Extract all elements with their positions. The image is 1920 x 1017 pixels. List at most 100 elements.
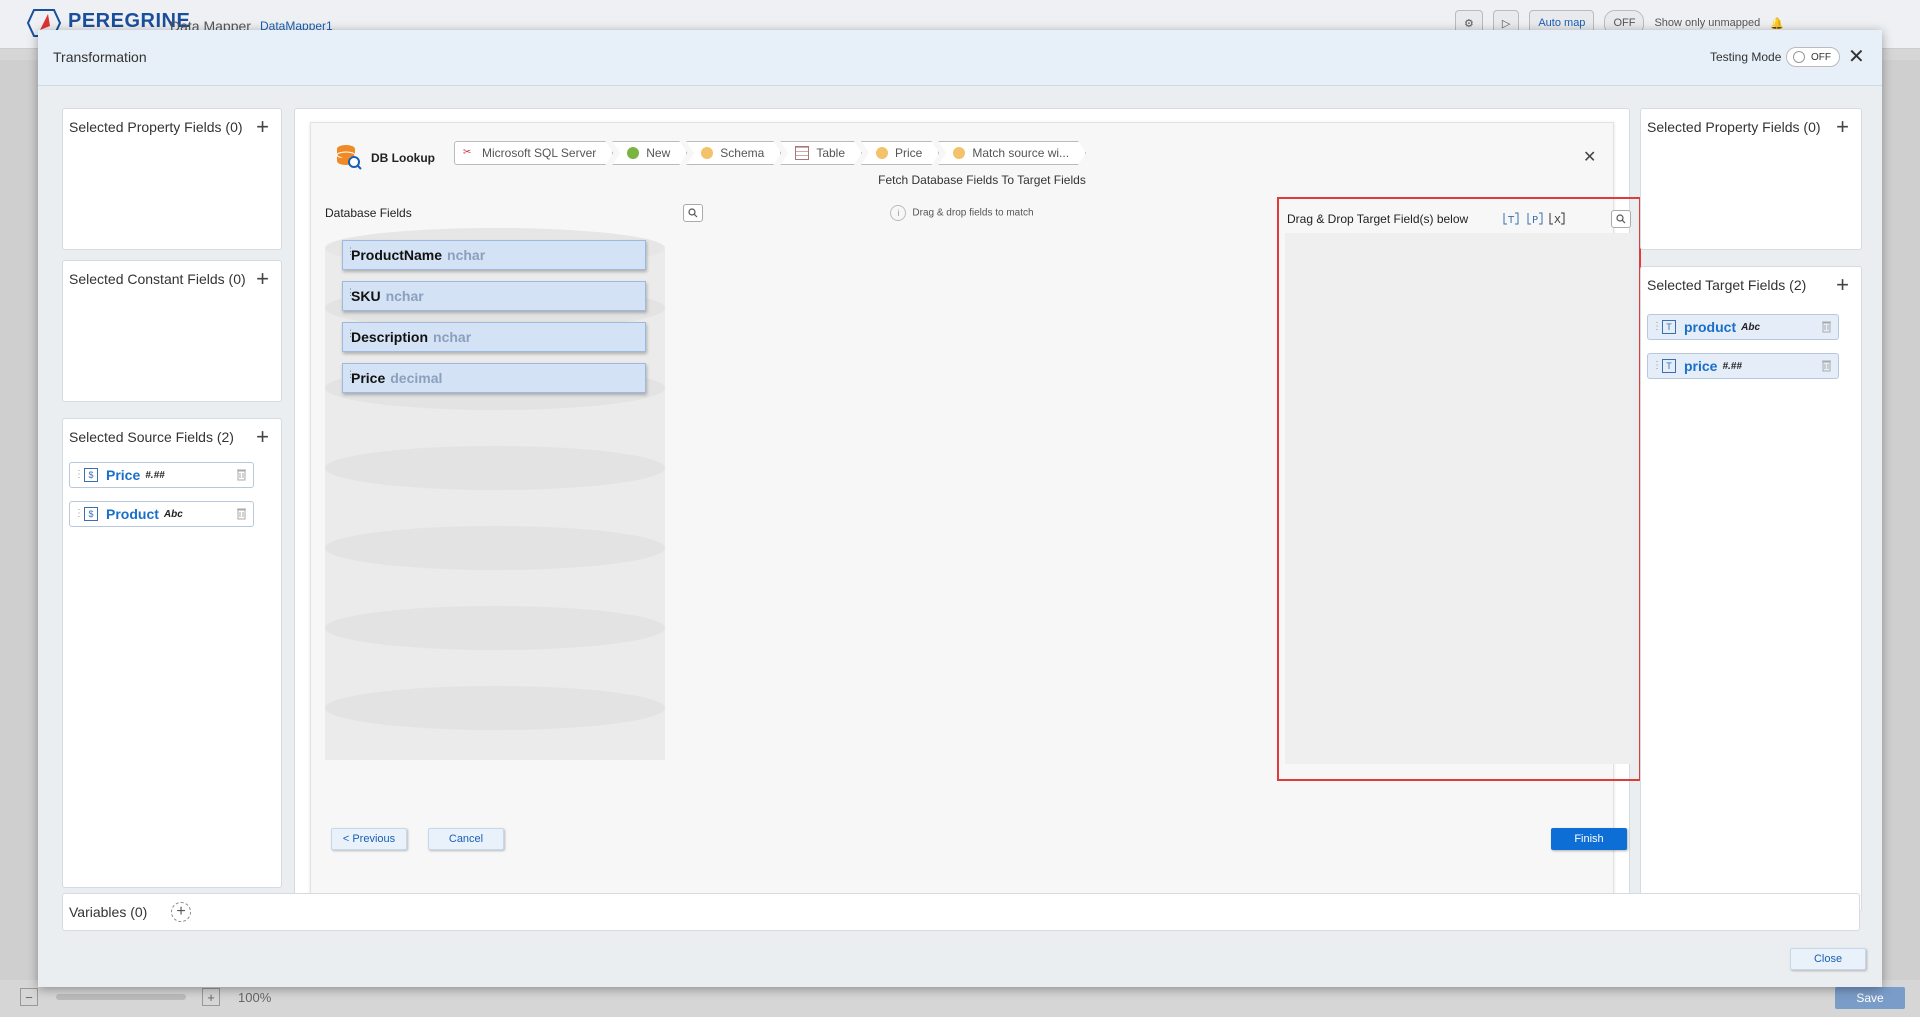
add-source-field-button[interactable]: +: [256, 424, 269, 450]
trash-icon[interactable]: [1821, 359, 1832, 372]
field-type: Abc: [1741, 321, 1761, 333]
db-lookup-wizard: DB Lookup ✂ Microsoft SQL Server New Sch…: [310, 122, 1641, 896]
svg-text:X: X: [1554, 215, 1561, 226]
show-unmapped-label: Show only unmapped: [1654, 17, 1761, 29]
breadcrumb-item-price[interactable]: Price: [861, 141, 939, 165]
save-button[interactable]: Save: [1835, 987, 1905, 1009]
breadcrumb-item-connection[interactable]: New: [612, 141, 687, 165]
breadcrumb-label: New: [646, 146, 671, 160]
gear-icon: ⚙: [1464, 17, 1474, 30]
drag-handle-icon[interactable]: ⋮: [346, 329, 355, 338]
wizard-subtitle: Fetch Database Fields To Target Fields: [878, 173, 1086, 187]
drag-handle-icon[interactable]: ⋮: [1652, 361, 1662, 371]
db-field-name: Price: [351, 370, 386, 386]
field-name: Price: [106, 467, 141, 483]
db-field-name: SKU: [351, 288, 381, 304]
target-field-chip[interactable]: ⋮ T price #.##: [1647, 353, 1839, 379]
add-constant-field-button[interactable]: +: [256, 266, 269, 292]
breadcrumb-label: Match source wi...: [972, 146, 1070, 160]
field-name: product: [1684, 319, 1737, 335]
finish-button[interactable]: Finish: [1551, 828, 1627, 850]
add-target-field-button[interactable]: +: [1836, 272, 1849, 298]
left-constant-fields-panel: Selected Constant Fields (0) +: [62, 260, 282, 402]
target-drop-area[interactable]: [1285, 233, 1633, 764]
target-search-button[interactable]: [1611, 210, 1631, 228]
db-field-type: nchar: [433, 329, 472, 345]
trash-icon[interactable]: [236, 468, 247, 481]
target-expression-icon[interactable]: X: [1549, 211, 1565, 226]
target-property-icon[interactable]: P: [1527, 211, 1543, 226]
trash-icon[interactable]: [1821, 320, 1832, 333]
modal-title: Transformation: [53, 49, 147, 65]
trash-icon[interactable]: [236, 507, 247, 520]
zoom-out-button[interactable]: −: [20, 988, 38, 1006]
add-property-field-button[interactable]: +: [1836, 114, 1849, 140]
cancel-button[interactable]: Cancel: [428, 828, 504, 850]
add-variable-button[interactable]: +: [171, 902, 191, 922]
search-icon: [1616, 214, 1626, 224]
breadcrumb-item-table[interactable]: Table: [780, 141, 862, 165]
drag-handle-icon[interactable]: ⋮: [74, 470, 84, 480]
app-bottombar: [0, 983, 1920, 1017]
target-text-icon[interactable]: T: [1503, 211, 1519, 226]
database-field-item[interactable]: ⋮ ProductName nchar: [342, 240, 646, 270]
left-source-fields-panel: Selected Source Fields (2) + ⋮ $ Price #…: [62, 418, 282, 888]
field-type: #.##: [1722, 360, 1742, 372]
database-search-icon: [336, 145, 362, 170]
wizard-close-icon[interactable]: ✕: [1583, 147, 1596, 167]
db-field-name: Description: [351, 329, 429, 345]
info-icon: i: [890, 205, 907, 221]
breadcrumb-item-schema[interactable]: Schema: [686, 141, 781, 165]
breadcrumb-label: Table: [816, 146, 845, 160]
source-field-chip[interactable]: ⋮ $ Price #.##: [69, 462, 254, 488]
drag-handle-icon[interactable]: ⋮: [346, 247, 355, 256]
target-text-field-icon: T: [1662, 359, 1676, 373]
zoom-control: − + 100%: [20, 988, 271, 1006]
close-button[interactable]: Close: [1790, 948, 1866, 970]
testing-mode-toggle[interactable]: OFF: [1786, 47, 1840, 67]
toggle-state: OFF: [1811, 51, 1831, 63]
target-field-chip[interactable]: ⋮ T product Abc: [1647, 314, 1839, 340]
add-property-field-button[interactable]: +: [256, 114, 269, 140]
play-icon: ▷: [1501, 17, 1511, 30]
database-field-item[interactable]: ⋮ SKU nchar: [342, 281, 646, 311]
modal-header: Transformation Testing Mode OFF ✕: [38, 30, 1882, 86]
database-field-item[interactable]: ⋮ Price decimal: [342, 363, 646, 393]
panel-title: Selected Target Fields (2): [1647, 277, 1807, 293]
drag-handle-icon[interactable]: ⋮: [346, 288, 355, 297]
panel-title: Selected Constant Fields (0): [69, 271, 246, 287]
variables-panel: Variables (0) +: [62, 893, 1860, 931]
breadcrumb-label: Microsoft SQL Server: [482, 146, 597, 160]
drag-handle-icon[interactable]: ⋮: [1652, 322, 1662, 332]
connection-icon: [627, 147, 639, 159]
transformation-modal: Transformation Testing Mode OFF ✕ Select…: [38, 30, 1882, 987]
field-name: price: [1684, 358, 1718, 374]
bell-icon[interactable]: 🔔: [1770, 17, 1784, 30]
source-field-chip[interactable]: ⋮ $ Product Abc: [69, 501, 254, 527]
hint-text: Drag & drop fields to match: [912, 207, 1034, 219]
drag-handle-icon[interactable]: ⋮: [346, 370, 355, 379]
sql-server-icon: ✂: [463, 147, 472, 158]
breadcrumb-item-match[interactable]: Match source wi...: [938, 141, 1086, 165]
db-field-type: decimal: [390, 370, 443, 386]
source-field-icon: $: [84, 468, 98, 482]
breadcrumb: ✂ Microsoft SQL Server New Schema Table …: [454, 141, 1085, 163]
drag-handle-icon[interactable]: ⋮: [74, 509, 84, 519]
svg-text:P: P: [1532, 215, 1538, 226]
variables-title: Variables (0): [69, 904, 148, 920]
target-drop-zone[interactable]: Drag & Drop Target Field(s) below T P X: [1277, 197, 1641, 781]
zoom-slider[interactable]: [56, 994, 186, 1000]
zoom-in-button[interactable]: +: [202, 988, 220, 1006]
previous-button[interactable]: < Previous: [331, 828, 407, 850]
svg-text:T: T: [1507, 215, 1515, 226]
target-drop-label: Drag & Drop Target Field(s) below: [1287, 212, 1469, 226]
db-field-type: nchar: [385, 288, 424, 304]
right-target-fields-panel: Selected Target Fields (2) + ⋮ T product…: [1640, 266, 1862, 912]
app-right-sidebar: [1880, 60, 1920, 980]
field-name: Product: [106, 506, 159, 522]
app-left-sidebar: [0, 60, 40, 980]
breadcrumb-item-server[interactable]: ✂ Microsoft SQL Server: [454, 141, 613, 165]
database-field-item[interactable]: ⋮ Description nchar: [342, 322, 646, 352]
close-icon[interactable]: ✕: [1848, 44, 1865, 69]
source-field-icon: $: [84, 507, 98, 521]
